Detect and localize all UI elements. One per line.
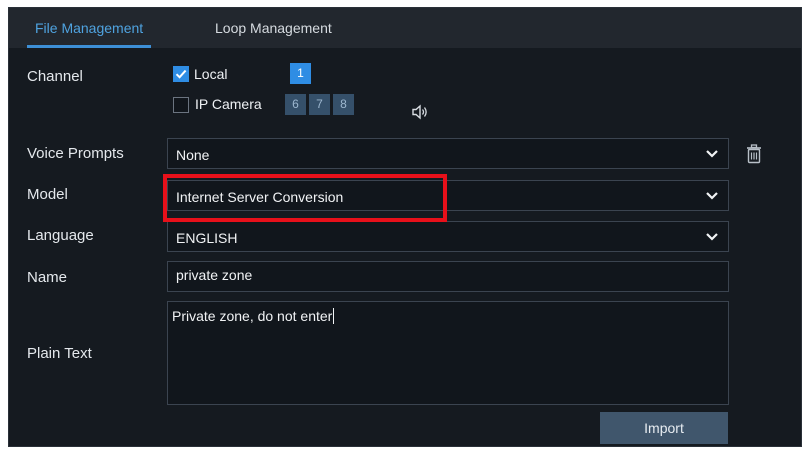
speaker-icon[interactable] <box>411 104 429 120</box>
channel-7-button[interactable]: 7 <box>309 94 330 115</box>
plain-text-textarea[interactable]: Private zone, do not enter <box>167 301 729 405</box>
chevron-down-icon <box>706 233 718 241</box>
settings-panel: File Management Loop Management Channel … <box>8 7 802 447</box>
model-value: Internet Server Conversion <box>176 189 344 205</box>
tab-loop-management-label: Loop Management <box>215 20 332 36</box>
ip-camera-checkbox[interactable] <box>173 97 189 113</box>
channel-6-button[interactable]: 6 <box>285 94 306 115</box>
trash-icon[interactable] <box>746 144 762 164</box>
channel-1-button[interactable]: 1 <box>290 63 311 84</box>
local-label: Local <box>194 66 228 82</box>
channel-8-button[interactable]: 8 <box>333 94 354 115</box>
voice-prompts-value: None <box>176 147 210 163</box>
chevron-down-icon <box>706 192 718 200</box>
name-value: private zone <box>176 267 253 283</box>
active-tab-underline <box>27 45 152 48</box>
voice-prompts-select[interactable]: None <box>167 138 729 169</box>
model-select[interactable]: Internet Server Conversion <box>167 180 729 211</box>
checkmark-icon <box>175 69 187 79</box>
tab-file-management[interactable]: File Management <box>27 8 152 48</box>
channel-label: Channel <box>27 68 83 85</box>
plain-text-label: Plain Text <box>27 345 92 362</box>
language-value: ENGLISH <box>176 230 238 246</box>
import-button[interactable]: Import <box>600 412 728 444</box>
voice-prompts-label: Voice Prompts <box>27 145 124 162</box>
chevron-down-icon <box>706 150 718 158</box>
name-label: Name <box>27 269 68 286</box>
language-select[interactable]: ENGLISH <box>167 221 729 252</box>
name-input[interactable]: private zone <box>167 261 729 292</box>
model-label: Model <box>27 186 68 203</box>
plain-text-value: Private zone, do not enter <box>172 308 335 324</box>
text-caret <box>333 308 335 324</box>
tab-loop-management[interactable]: Loop Management <box>215 8 332 48</box>
local-checkbox[interactable] <box>173 66 189 82</box>
ip-camera-label: IP Camera <box>195 96 262 112</box>
tab-file-management-label: File Management <box>35 20 144 36</box>
tab-bar: File Management Loop Management <box>9 8 801 48</box>
language-label: Language <box>27 227 94 244</box>
